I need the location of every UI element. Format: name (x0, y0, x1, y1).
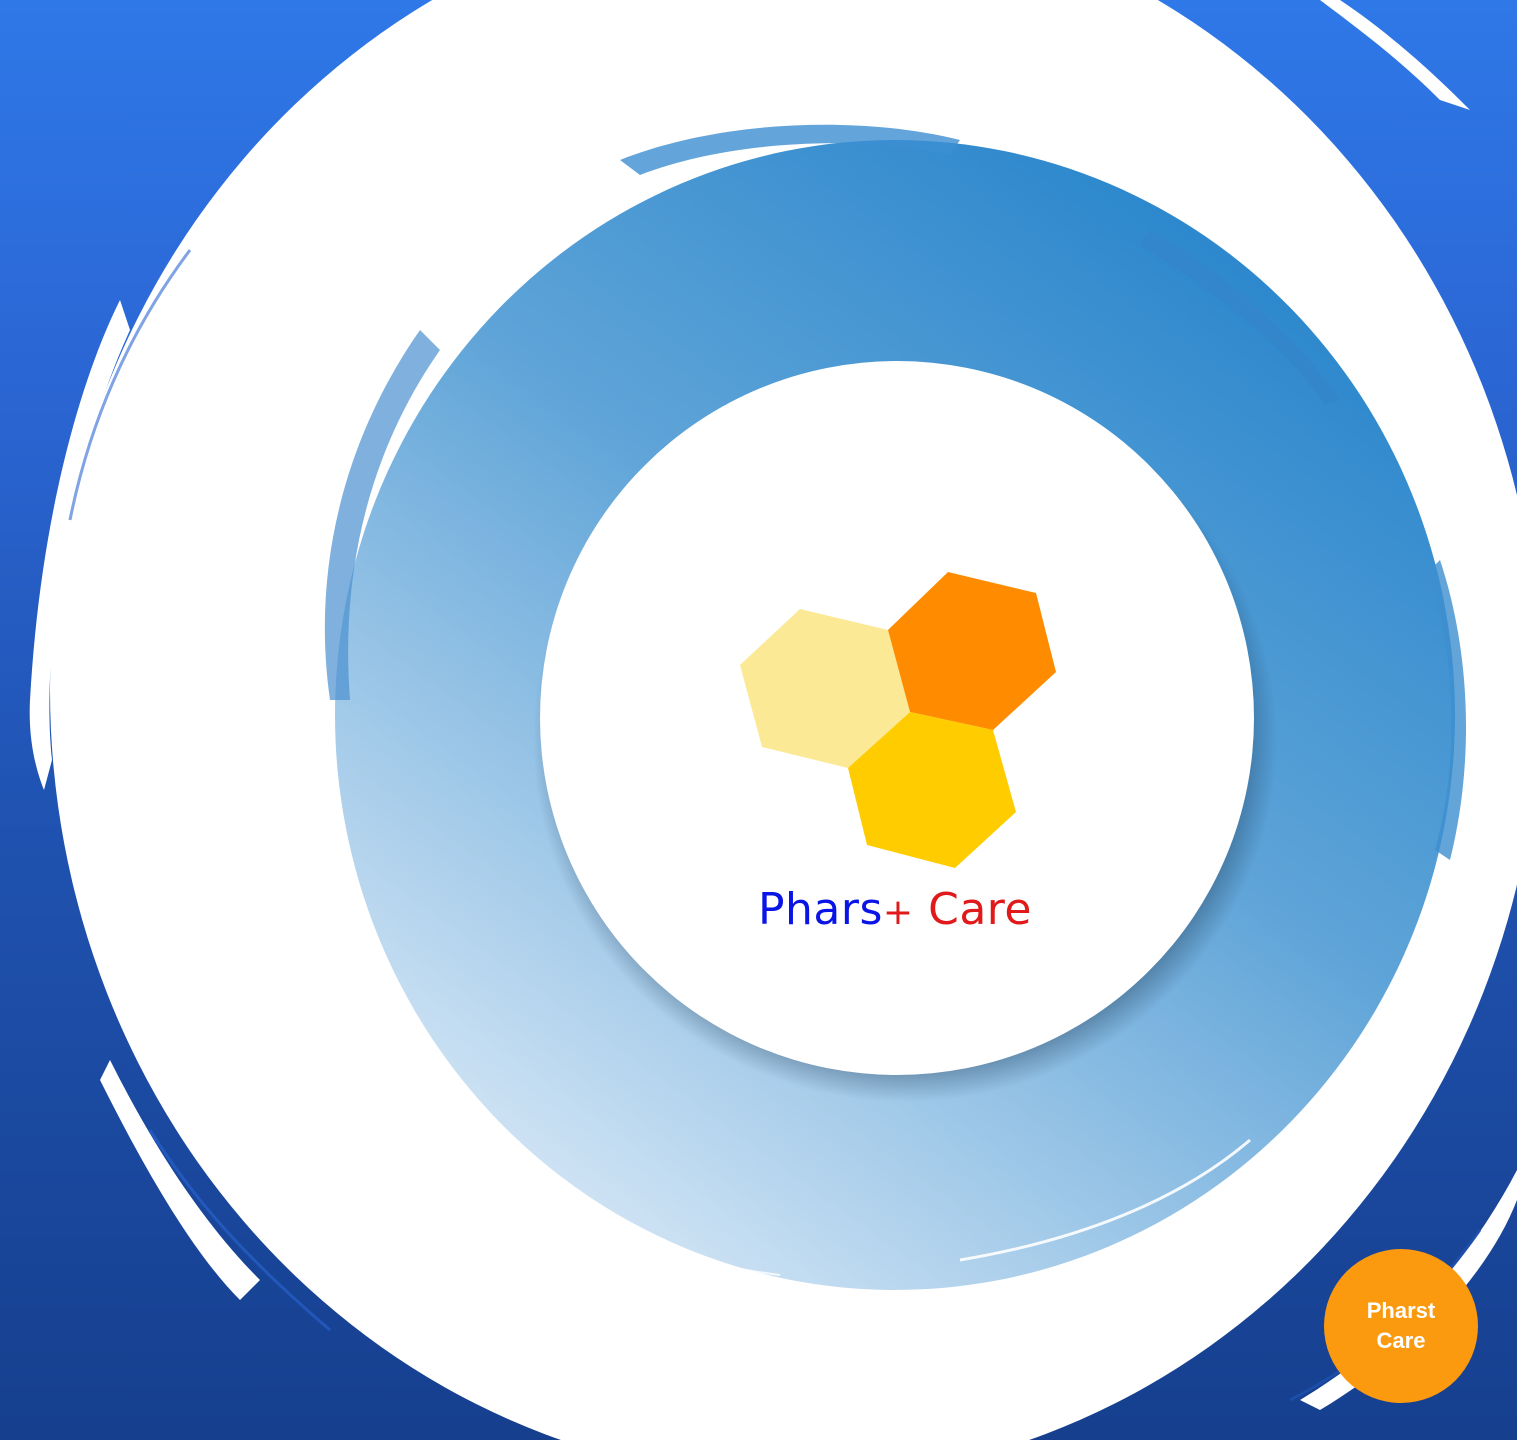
badge-line1: Pharst (1366, 1298, 1436, 1323)
corner-badge: Pharst Care (1324, 1249, 1478, 1403)
brand-name-part2: Care (928, 884, 1032, 935)
brand-title: Phars+ Care (700, 882, 1090, 941)
badge-line2: Care (1376, 1328, 1426, 1353)
slide-canvas: Phars+ Care Pharst Care (0, 0, 1517, 1440)
brand-name-part1: Phars (758, 884, 883, 935)
decorative-rings (29, 0, 1517, 1440)
brand-name-plus: + (882, 892, 914, 933)
